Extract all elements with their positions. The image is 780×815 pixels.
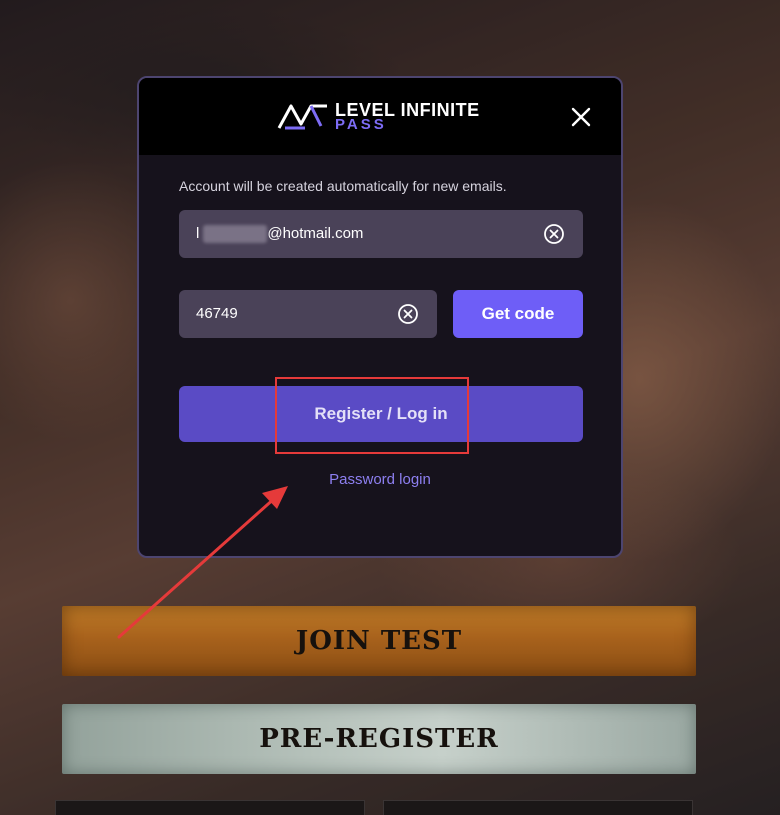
bottom-tab-left[interactable]	[55, 800, 365, 815]
get-code-button[interactable]: Get code	[453, 290, 583, 338]
verification-code-field[interactable]: 46749	[179, 290, 437, 338]
login-modal: LEVEL INFINITE PASS Account will be crea…	[137, 76, 623, 558]
level-infinite-logo-icon	[277, 104, 327, 130]
redacted-email-portion	[203, 225, 267, 243]
bottom-tab-right[interactable]	[383, 800, 693, 815]
password-login-link[interactable]: Password login	[139, 471, 621, 488]
auto-account-notice: Account will be created automatically fo…	[179, 178, 507, 194]
annotation-highlight-box	[275, 377, 469, 454]
join-test-button[interactable]: JOIN TEST	[62, 606, 696, 676]
modal-header: LEVEL INFINITE PASS	[139, 78, 621, 155]
level-infinite-pass-logo: LEVEL INFINITE PASS	[277, 100, 489, 134]
logo-text-secondary: PASS	[335, 116, 387, 133]
email-field[interactable]: l @hotmail.com	[179, 210, 583, 258]
close-icon[interactable]	[569, 105, 593, 129]
circle-x-icon[interactable]	[543, 223, 565, 245]
pre-register-button[interactable]: PRE-REGISTER	[62, 704, 696, 774]
circle-x-icon[interactable]	[397, 303, 419, 325]
verification-code-value: 46749	[196, 305, 238, 322]
